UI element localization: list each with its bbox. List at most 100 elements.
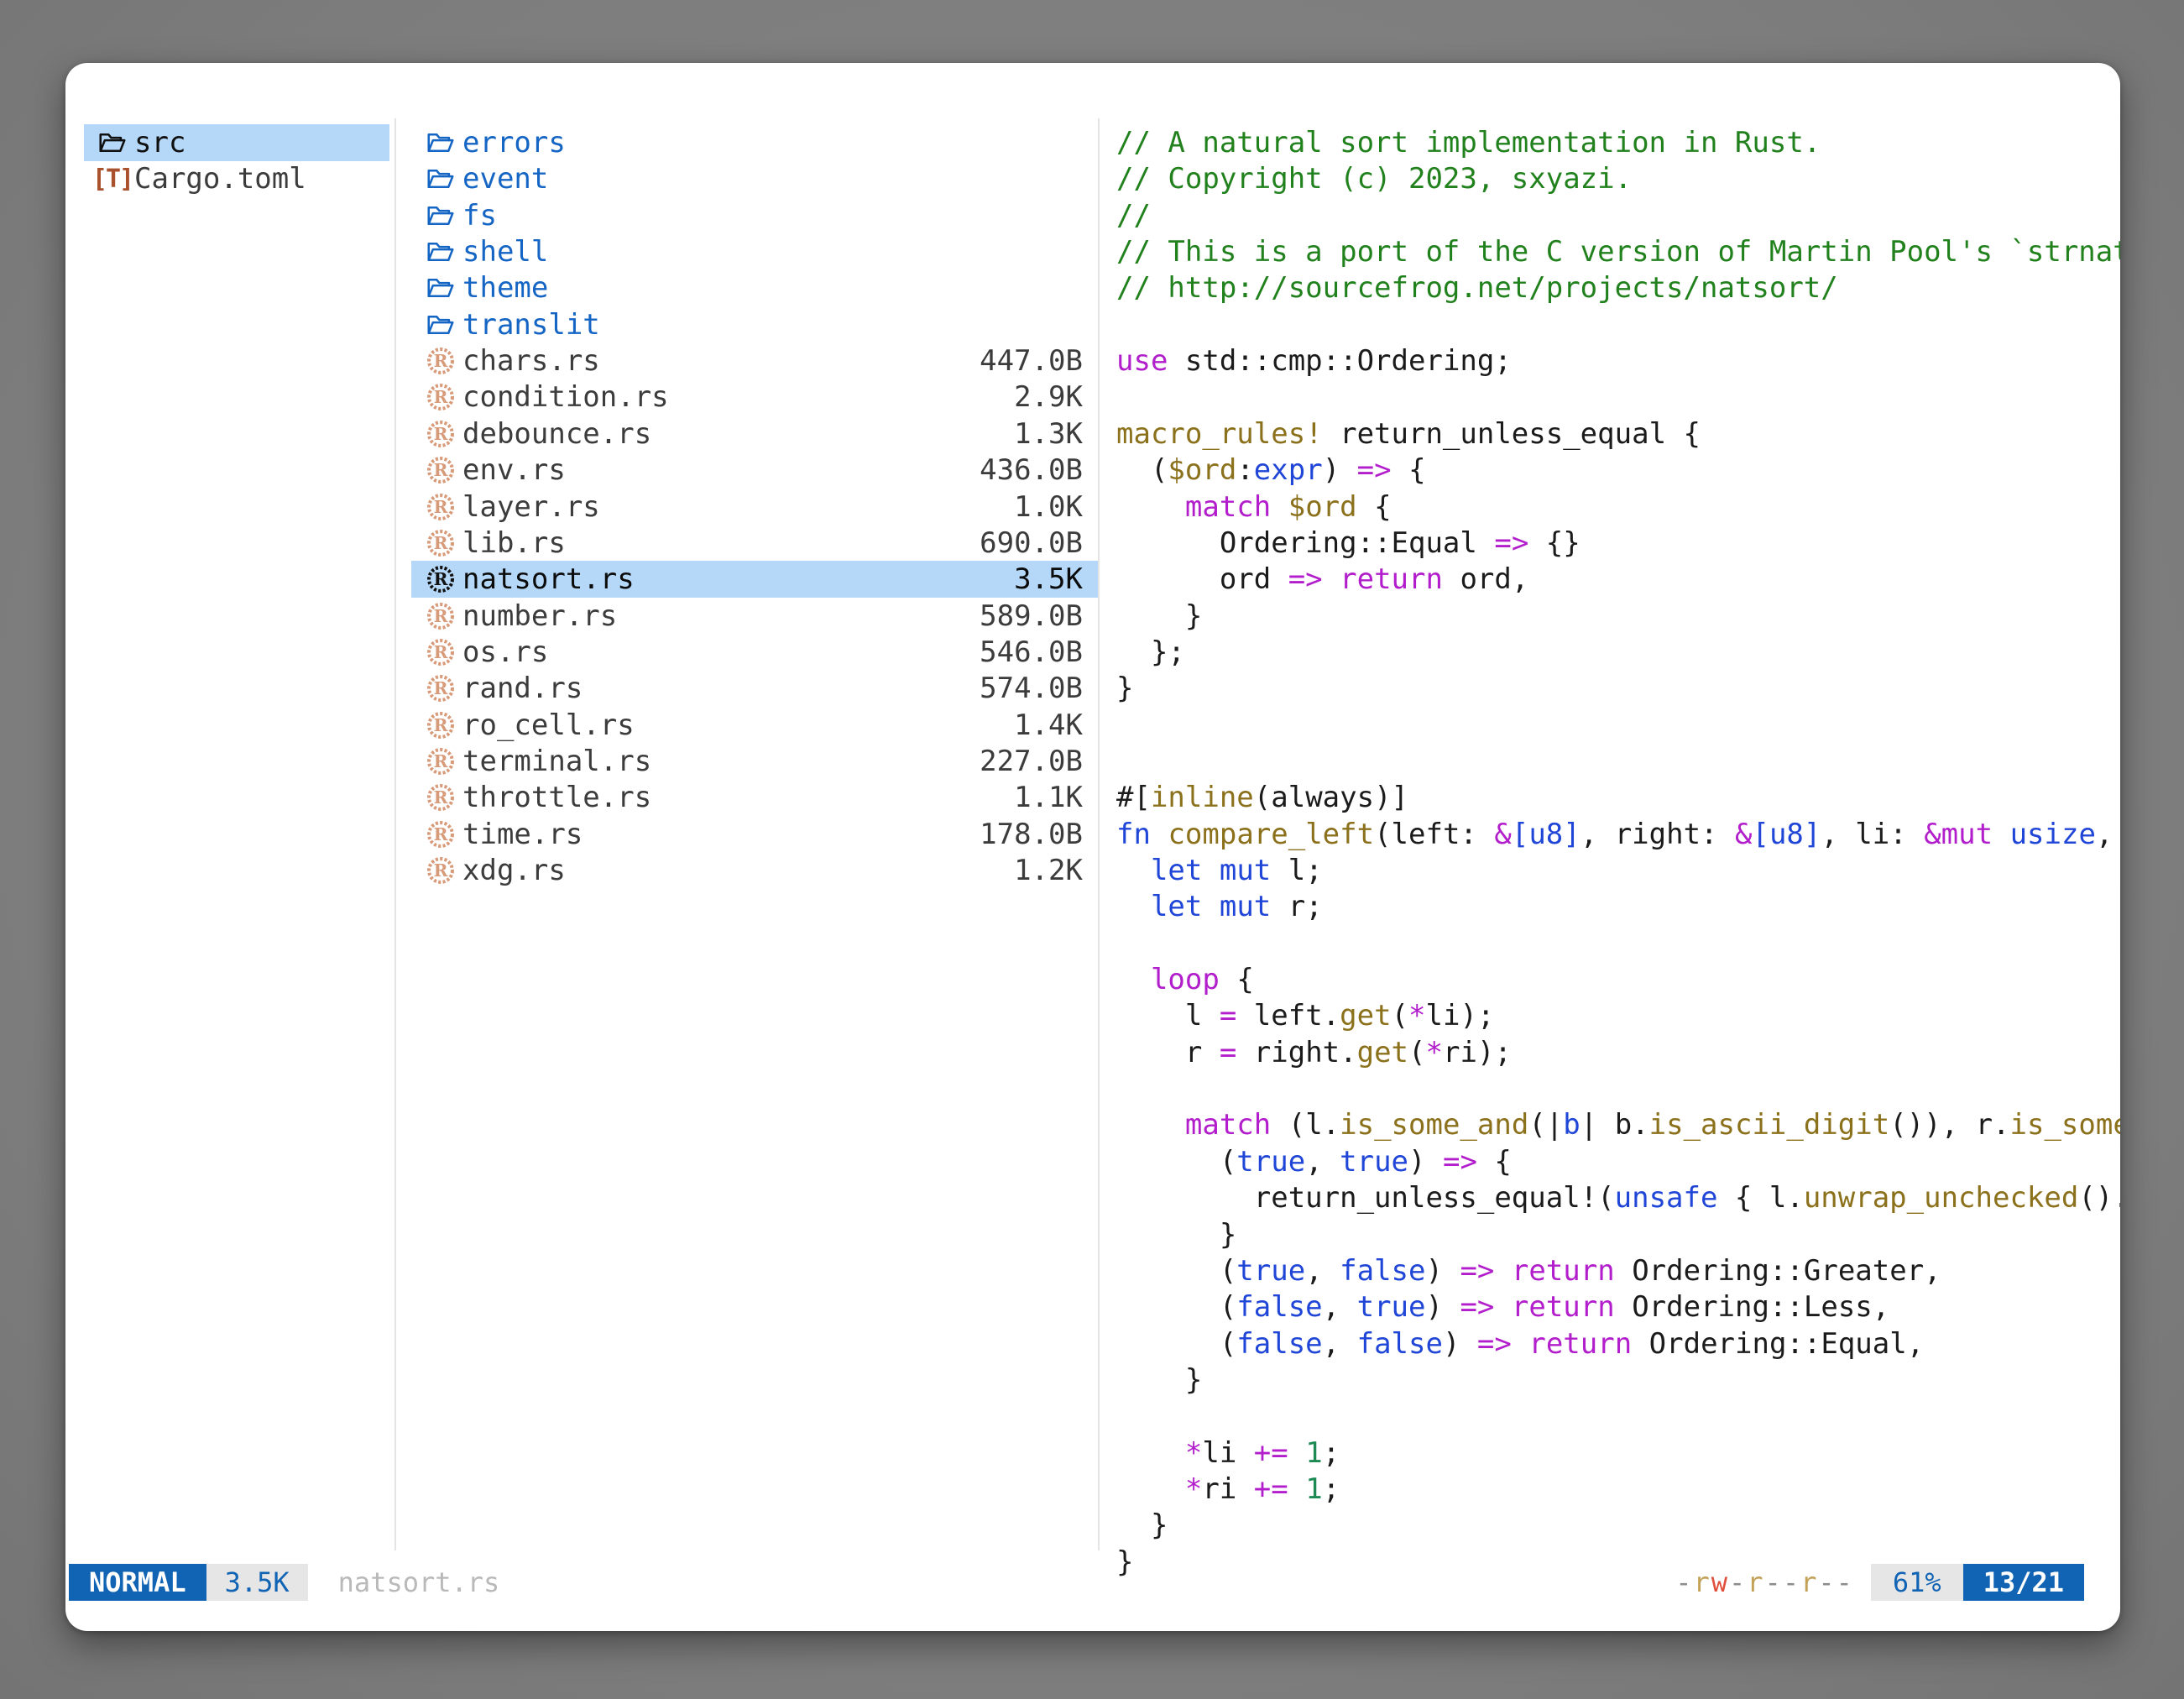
preview-pane-code: // A natural sort implementation in Rust…	[1116, 118, 2120, 1596]
file-size: 1.2K	[1014, 854, 1083, 887]
code-line: use std::cmp::Ordering;	[1116, 342, 1512, 379]
status-bar-left: NORMAL 3.5K natsort.rs	[69, 1564, 499, 1601]
file-row[interactable]: Rxdg.rs 1.2K	[411, 852, 1098, 889]
file-row[interactable]: Rterminal.rs 227.0B	[411, 743, 1098, 780]
file-row[interactable]: Rnatsort.rs3.5K	[411, 561, 1098, 598]
svg-text:R: R	[434, 496, 448, 516]
file-row[interactable]: Rchars.rs447.0B	[411, 342, 1098, 379]
rust-file-icon: R	[424, 672, 457, 705]
code-line: l = left.get(*li);	[1116, 997, 1494, 1034]
rust-file-icon: R	[424, 562, 457, 596]
file-row[interactable]: Rcondition.rs2.9K	[411, 379, 1098, 416]
code-line: let mut r;	[1116, 888, 1323, 925]
file-size: 589.0B	[980, 599, 1083, 633]
folder-row[interactable]: errors	[411, 124, 1098, 161]
svg-text:R: R	[434, 569, 448, 589]
code-line: match $ord {	[1116, 489, 1392, 525]
code-line: match (l.is_some_and(|b| b.is_ascii_digi…	[1116, 1106, 2120, 1143]
svg-text:R: R	[434, 824, 448, 844]
status-bar: NORMAL 3.5K natsort.rs -rw-r--r-- 61% 13…	[65, 1564, 2120, 1601]
file-row[interactable]: Rdebounce.rs1.3K	[411, 416, 1098, 452]
code-line: #[inline(always)]	[1116, 779, 1408, 816]
code-line: // A natural sort implementation in Rust…	[1116, 124, 1821, 161]
svg-text:R: R	[434, 787, 448, 808]
svg-text:R: R	[434, 387, 448, 407]
svg-text:R: R	[434, 460, 448, 480]
folder-row[interactable]: fs	[411, 197, 1098, 234]
code-line: ($ord:expr) => {	[1116, 452, 1426, 489]
rust-file-icon: R	[424, 635, 457, 669]
code-line: //	[1116, 197, 1151, 234]
open-folder-icon	[96, 126, 129, 159]
open-folder-icon	[424, 308, 457, 342]
folder-row[interactable]: src	[84, 124, 389, 161]
folder-row[interactable]: shell	[411, 233, 1098, 270]
file-size: 1.4K	[1014, 708, 1083, 742]
file-row[interactable]: Rro_cell.rs1.4K	[411, 707, 1098, 744]
file-size: 2.9K	[1014, 380, 1083, 414]
status-bar-right: -rw-r--r-- 61% 13/21	[1675, 1564, 2084, 1601]
file-name: Cargo.toml	[134, 162, 306, 196]
file-name: shell	[462, 235, 548, 269]
code-line: *li += 1;	[1116, 1435, 1340, 1472]
svg-text:R: R	[434, 605, 448, 625]
file-row[interactable]: Rtime.rs178.0B	[411, 816, 1098, 853]
code-line: let mut l;	[1116, 852, 1323, 889]
file-name: translit	[462, 308, 600, 342]
code-line: }	[1116, 1216, 1236, 1253]
folder-row[interactable]: event	[411, 160, 1098, 197]
open-folder-icon	[424, 126, 457, 159]
file-row[interactable]: Rlayer.rs1.0K	[411, 489, 1098, 525]
code-line: (true, true) => {	[1116, 1143, 1512, 1180]
code-line: return_unless_equal!(unsafe { l.unwrap_u…	[1116, 1179, 2120, 1216]
svg-text:R: R	[434, 351, 448, 371]
file-row[interactable]: Ros.rs546.0B	[411, 634, 1098, 671]
code-line: loop {	[1116, 961, 1254, 998]
open-folder-icon	[424, 199, 457, 233]
scroll-percent-chip: 61%	[1871, 1564, 1963, 1601]
rust-file-icon: R	[424, 417, 457, 451]
file-name: event	[462, 162, 548, 196]
svg-text:R: R	[434, 533, 448, 553]
file-name: chars.rs	[462, 344, 600, 378]
file-size: 178.0B	[980, 818, 1083, 851]
file-size: 227.0B	[980, 745, 1083, 778]
svg-text:R: R	[434, 424, 448, 444]
code-line: };	[1116, 634, 1185, 671]
rust-file-icon: R	[424, 818, 457, 851]
rust-file-icon: R	[424, 745, 457, 778]
mode-badge: NORMAL	[69, 1564, 206, 1601]
file-permissions: -rw-r--r--	[1675, 1566, 1854, 1598]
folder-row[interactable]: theme	[411, 269, 1098, 306]
code-line: (false, false) => return Ordering::Equal…	[1116, 1325, 1924, 1362]
file-name: natsort.rs	[462, 562, 635, 596]
rust-file-icon: R	[424, 526, 457, 560]
file-name: env.rs	[462, 453, 566, 487]
file-row[interactable]: Rthrottle.rs1.1K	[411, 779, 1098, 816]
file-name: xdg.rs	[462, 854, 566, 887]
file-name: layer.rs	[462, 490, 600, 524]
svg-text:R: R	[434, 678, 448, 698]
rust-file-icon: R	[424, 490, 457, 524]
file-name: debounce.rs	[462, 417, 651, 451]
file-name: os.rs	[462, 635, 548, 669]
rust-file-icon: R	[424, 854, 457, 887]
yazi-file-manager-window: src[T]Cargo.toml errorseventfsshelltheme…	[65, 63, 2120, 1631]
file-size: 690.0B	[980, 526, 1083, 560]
rust-file-icon: R	[424, 781, 457, 814]
cursor-position-chip: 13/21	[1963, 1564, 2084, 1601]
file-size-chip: 3.5K	[206, 1564, 308, 1601]
file-name: throttle.rs	[462, 781, 651, 814]
file-row[interactable]: Rnumber.rs589.0B	[411, 598, 1098, 635]
folder-row[interactable]: translit	[411, 306, 1098, 343]
file-row[interactable]: Rlib.rs690.0B	[411, 525, 1098, 562]
rust-file-icon: R	[424, 344, 457, 378]
file-row[interactable]: Rrand.rs574.0B	[411, 670, 1098, 707]
code-line: macro_rules! return_unless_equal {	[1116, 416, 1701, 452]
file-size: 436.0B	[980, 453, 1083, 487]
rust-file-icon: R	[424, 453, 457, 487]
file-name: terminal.rs	[462, 745, 651, 778]
code-line: // Copyright (c) 2023, sxyazi.	[1116, 160, 1632, 197]
file-row[interactable]: Renv.rs 436.0B	[411, 452, 1098, 489]
file-row[interactable]: [T]Cargo.toml	[84, 160, 389, 197]
